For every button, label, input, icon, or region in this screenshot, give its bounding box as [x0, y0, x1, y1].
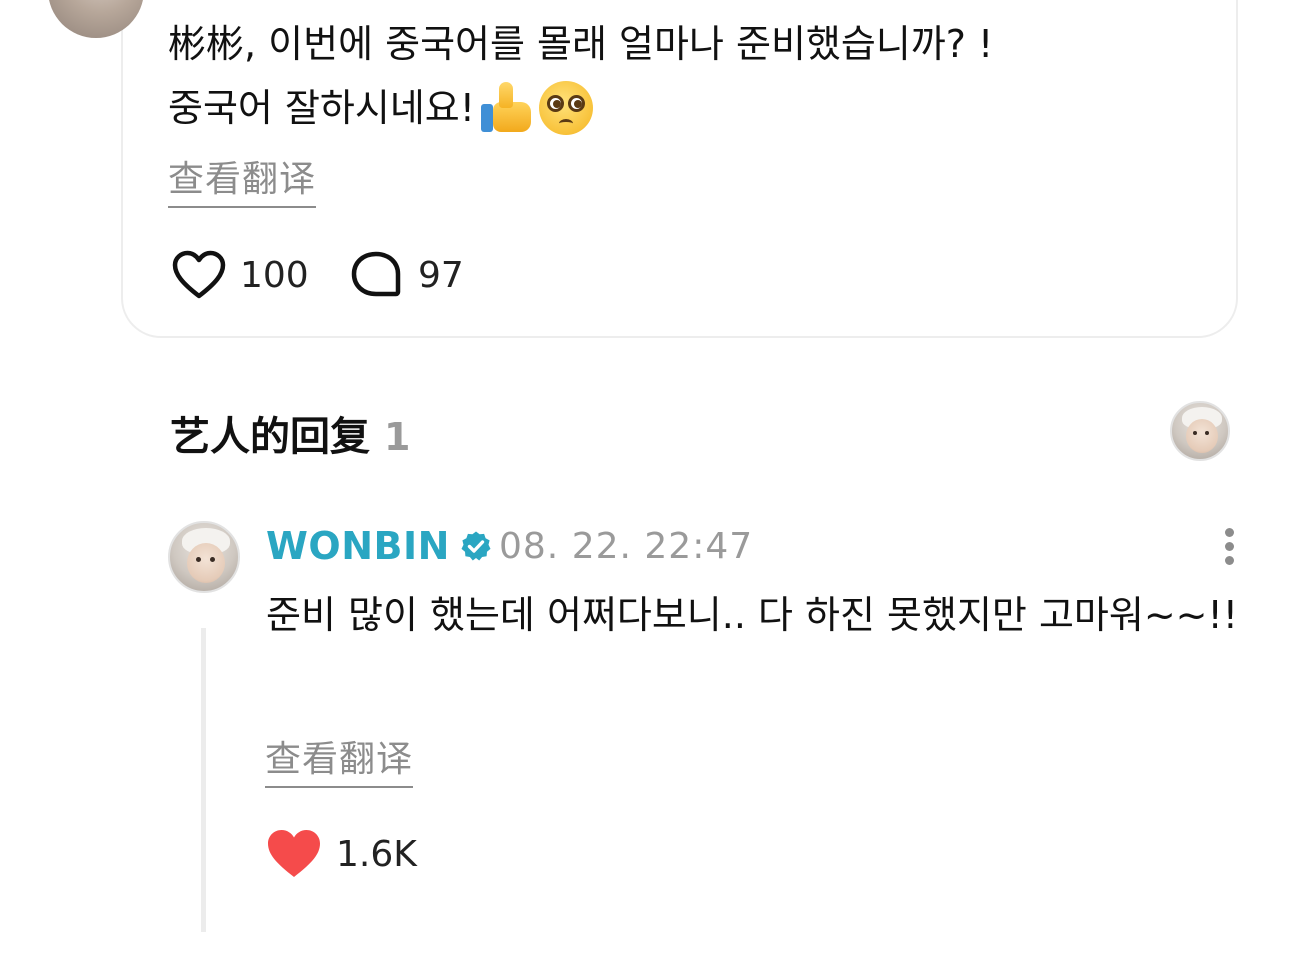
- heart-outline-icon: [172, 250, 226, 299]
- more-options-icon[interactable]: [1220, 526, 1240, 566]
- reply-author-avatar[interactable]: [168, 521, 240, 593]
- reply-timestamp: 08. 22. 22:47: [499, 526, 754, 567]
- verified-badge-icon: [461, 531, 491, 561]
- reply-author-name-row[interactable]: WONBIN: [266, 524, 492, 568]
- reply-translate-link[interactable]: 查看翻译: [265, 730, 414, 788]
- comment-thread-page: 彬彬, 이번에 중국어를 몰래 얼마나 준비했습니까? ! 중국어 잘하시네요!…: [0, 0, 1290, 955]
- reply-text: 준비 많이 했는데 어쩌다보니.. 다 하진 못했지만 고마워~~!!: [266, 593, 1238, 637]
- artist-avatar-small[interactable]: [1170, 401, 1230, 461]
- pleading-face-icon: [539, 81, 593, 135]
- fan-post-line-2: 중국어 잘하시네요!: [168, 76, 1208, 140]
- reply-author-name[interactable]: WONBIN: [266, 524, 450, 568]
- artist-replies-title: 艺人的回复: [170, 414, 370, 460]
- fan-post-text: 彬彬, 이번에 중국어를 몰래 얼마나 준비했습니까? ! 중국어 잘하시네요!: [168, 12, 1208, 140]
- thread-line: [201, 628, 206, 932]
- post-like-count: 100: [240, 254, 309, 296]
- thumbs-up-icon: [479, 80, 535, 136]
- post-comment-count: 97: [418, 254, 464, 296]
- post-like-button[interactable]: 100: [172, 250, 309, 300]
- fan-post-line-2-text: 중국어 잘하시네요!: [168, 86, 475, 130]
- artist-replies-header: 艺人的回复 1: [170, 404, 410, 462]
- heart-filled-icon: [268, 830, 320, 877]
- reply-like-count: 1.6K: [336, 833, 417, 875]
- fan-post-line-1: 彬彬, 이번에 중국어를 몰래 얼마나 준비했습니까? !: [168, 22, 994, 66]
- reply-like-button[interactable]: 1.6K: [266, 828, 417, 880]
- post-translate-link[interactable]: 查看翻译: [168, 150, 317, 208]
- comment-bubble-icon: [351, 251, 401, 297]
- post-comment-button[interactable]: 97: [350, 250, 464, 300]
- artist-replies-count: 1: [384, 415, 411, 459]
